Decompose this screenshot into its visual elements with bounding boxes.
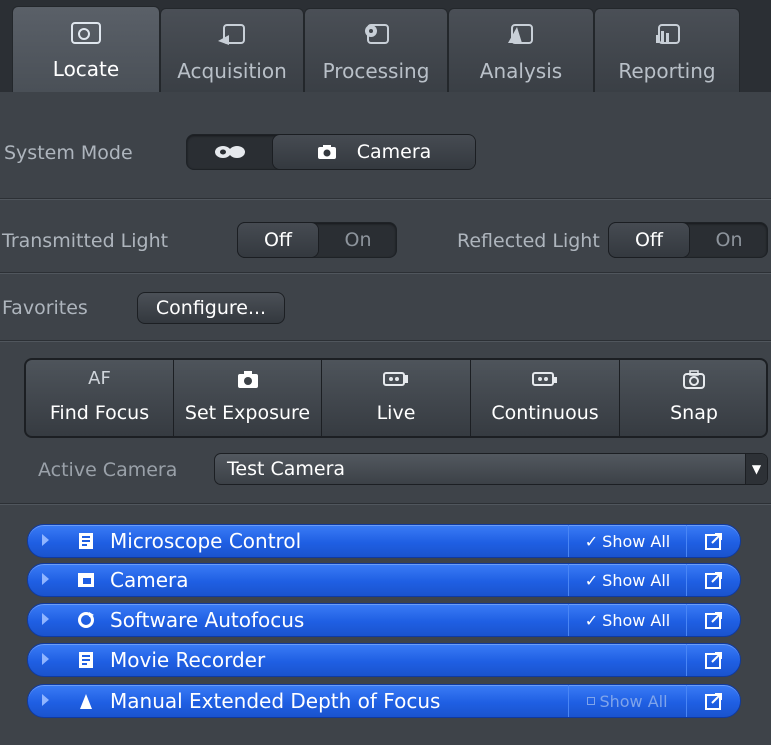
tab-bar: Locate Acquisition Processing Analysis R… <box>0 0 771 92</box>
undock-icon <box>704 572 722 589</box>
active-camera-value: Test Camera <box>227 458 346 480</box>
snap-icon <box>683 370 705 389</box>
set-exposure-button[interactable]: Set Exposure <box>174 360 322 436</box>
tool-window-software-autofocus[interactable]: Software Autofocus ✓ Show All <box>27 603 741 637</box>
favorites-label: Favorites <box>2 297 88 319</box>
analysis-icon <box>508 24 533 44</box>
undock-button[interactable] <box>686 644 740 676</box>
reflected-light-on-button[interactable]: On <box>689 223 769 257</box>
tab-label: Locate <box>52 57 120 81</box>
snap-label: Snap <box>670 402 718 424</box>
locate-icon <box>71 22 101 44</box>
system-mode-toggle: Camera <box>186 134 475 170</box>
transmitted-light-on-button[interactable]: On <box>318 223 398 257</box>
processing-icon <box>365 24 389 44</box>
action-toolbar: AF Find Focus Set Exposure Live Continuo… <box>24 358 768 438</box>
depth-focus-icon <box>80 694 92 709</box>
show-all-toggle[interactable]: ✓ Show All <box>568 604 686 636</box>
checkmark-icon: ✓ <box>584 610 599 630</box>
camera-mode-button[interactable]: Camera <box>273 135 475 169</box>
expand-arrow-icon[interactable] <box>42 653 49 665</box>
checkmark-icon: ✓ <box>584 531 599 551</box>
expand-arrow-icon[interactable] <box>42 613 49 625</box>
tool-window-title: Camera <box>110 568 189 592</box>
movie-recorder-icon <box>79 652 93 668</box>
find-focus-label: Find Focus <box>49 402 150 424</box>
tab-processing[interactable]: Processing <box>304 8 448 92</box>
tool-window-camera[interactable]: Camera ✓ Show All <box>27 563 741 597</box>
transmitted-light-label: Transmitted Light <box>2 230 169 252</box>
tool-window-title: Movie Recorder <box>110 648 266 672</box>
tab-label: Reporting <box>618 59 716 83</box>
tool-window-manual-extended-depth-of-focus[interactable]: Manual Extended Depth of Focus Show All <box>27 684 741 718</box>
tool-window-title: Microscope Control <box>110 529 302 553</box>
acquisition-icon <box>218 24 245 45</box>
active-camera-label: Active Camera <box>38 459 178 481</box>
eyepiece-icon <box>215 146 245 158</box>
continuous-button[interactable]: Continuous <box>471 360 620 436</box>
camera-tool-icon <box>78 573 94 587</box>
section-divider <box>0 503 771 505</box>
chevron-down-icon[interactable]: ▼ <box>745 454 767 484</box>
autofocus-tool-icon <box>78 612 94 628</box>
transmitted-light-toggle: Off On <box>237 222 397 258</box>
tab-label: Processing <box>322 59 430 83</box>
tool-window-title: Manual Extended Depth of Focus <box>110 689 441 713</box>
tab-locate[interactable]: Locate <box>12 6 160 92</box>
snap-button[interactable]: Snap <box>620 360 766 436</box>
camera-mode-label: Camera <box>356 141 432 163</box>
undock-icon <box>704 612 722 629</box>
undock-button[interactable] <box>686 525 740 557</box>
tool-window-movie-recorder[interactable]: Movie Recorder <box>27 643 741 677</box>
reflected-light-off-button[interactable]: Off <box>609 223 689 257</box>
section-divider <box>0 198 771 200</box>
show-all-label: Show All <box>599 691 668 711</box>
undock-icon <box>704 533 722 550</box>
continuous-icon <box>532 372 557 386</box>
transmitted-light-off-button[interactable]: Off <box>238 223 318 257</box>
section-divider <box>0 272 771 274</box>
tab-acquisition[interactable]: Acquisition <box>160 8 304 92</box>
checkbox-empty-icon <box>587 697 596 705</box>
undock-icon <box>704 693 722 710</box>
continuous-label: Continuous <box>491 402 599 424</box>
autofocus-icon: AF <box>88 368 111 389</box>
section-divider <box>0 340 771 342</box>
expand-arrow-icon[interactable] <box>42 534 49 546</box>
checkmark-icon: ✓ <box>584 570 599 590</box>
undock-button[interactable] <box>686 604 740 636</box>
show-all-label: Show All <box>602 570 671 590</box>
system-mode-label: System Mode <box>4 142 133 164</box>
expand-arrow-icon[interactable] <box>42 573 49 585</box>
find-focus-button[interactable]: AF Find Focus <box>26 360 174 436</box>
show-all-toggle[interactable]: ✓ Show All <box>568 525 686 557</box>
expand-arrow-icon[interactable] <box>42 694 49 706</box>
show-all-label: Show All <box>602 531 671 551</box>
tool-window-microscope-control[interactable]: Microscope Control ✓ Show All <box>27 524 741 558</box>
reporting-icon <box>656 24 680 44</box>
undock-button[interactable] <box>686 564 740 596</box>
tab-label: Analysis <box>479 59 563 83</box>
eyepiece-mode-button[interactable] <box>187 135 273 169</box>
reflected-light-toggle: Off On <box>608 222 768 258</box>
active-camera-select[interactable]: Test Camera ▼ <box>214 453 768 485</box>
undock-button[interactable] <box>686 685 740 717</box>
tool-window-title: Software Autofocus <box>110 608 305 632</box>
exposure-camera-icon <box>237 371 258 388</box>
configure-favorites-button[interactable]: Configure... <box>137 292 285 324</box>
tab-analysis[interactable]: Analysis <box>448 8 594 92</box>
show-all-toggle[interactable]: ✓ Show All <box>568 564 686 596</box>
live-label: Live <box>376 402 416 424</box>
microscope-control-icon <box>79 533 93 549</box>
reflected-light-label: Reflected Light <box>457 230 600 252</box>
tab-label: Acquisition <box>177 59 287 83</box>
show-all-toggle[interactable]: Show All <box>568 685 686 717</box>
show-all-label: Show All <box>602 610 671 630</box>
live-button[interactable]: Live <box>322 360 471 436</box>
tab-reporting[interactable]: Reporting <box>594 8 740 92</box>
live-icon <box>383 372 408 386</box>
undock-icon <box>704 652 722 669</box>
set-exposure-label: Set Exposure <box>184 402 311 424</box>
camera-icon <box>317 145 336 159</box>
